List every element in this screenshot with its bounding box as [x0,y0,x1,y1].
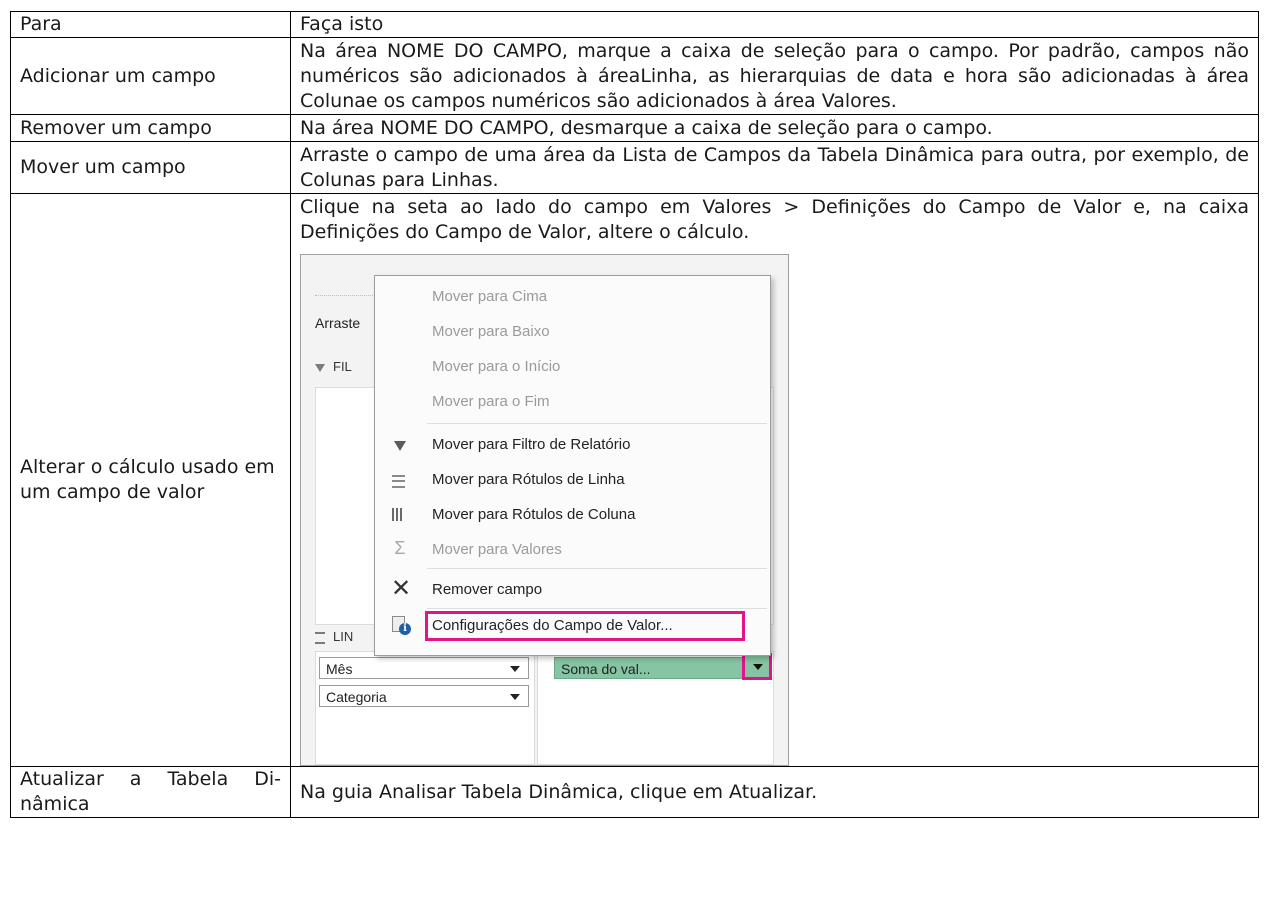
instructions-table: Para Faça isto Adicionar um campo Na áre… [10,11,1259,818]
row-action: Na área NOME DO CAMPO, desmarque a caixa… [290,114,1259,142]
close-icon: ✕ [391,575,412,602]
filters-area-label: FIL [315,359,352,374]
row-action-with-screenshot: Clique na seta ao lado do campo em Valor… [290,193,1259,767]
rows-icon [315,631,325,644]
column-labels-icon [392,508,404,521]
row-task: Alterar o cálculo usado em um campo de v… [10,193,291,767]
sigma-icon: Σ [394,538,406,558]
menu-separator [427,423,767,424]
header-faca-isto: Faça isto [290,11,1259,38]
field-label: Mês [326,661,353,677]
table-row: Alterar o cálculo usado em um campo de v… [10,193,1259,767]
divider [315,295,375,296]
row-action: Na área NOME DO CAMPO, marque a caixa de… [290,37,1259,115]
value-field-dropdown-button[interactable] [742,653,772,680]
menu-item-move-down[interactable]: Mover para Baixo [375,315,770,349]
field-context-menu: Mover para Cima Mover para Baixo Mover p… [374,275,771,656]
header-para: Para [10,11,291,38]
row-task: Mover um campo [10,141,291,194]
row-action: Na guia Analisar Tabela Dinâmica, clique… [290,766,1259,818]
menu-item-move-to-end[interactable]: Mover para o Fim [375,385,770,419]
table-row: Remover um campo Na área NOME DO CAMPO, … [10,114,1259,142]
chevron-down-icon[interactable] [510,666,520,672]
filter-icon [315,363,325,372]
chevron-down-icon [753,664,763,670]
menu-item-move-to-start[interactable]: Mover para o Início [375,350,770,384]
menu-item-move-to-row-labels[interactable]: Mover para Rótulos de Linha [375,463,770,497]
row-field-mes[interactable]: Mês [319,657,529,679]
row-task: Adicionar um campo [10,37,291,115]
menu-separator [427,568,767,569]
row-labels-icon [392,475,405,488]
row-field-categoria[interactable]: Categoria [319,685,529,707]
value-field-soma[interactable]: Soma do val... [554,657,754,679]
row-task: Atualizar a Tabela Di- nâmica [10,766,291,818]
drag-label: Arraste [315,315,361,331]
rows-area-label: LIN [315,629,353,644]
rows-label: LIN [333,629,354,644]
menu-item-move-to-values[interactable]: Σ Mover para Valores [375,533,770,567]
filter-icon [394,441,406,451]
field-label: Soma do val... [561,661,651,677]
menu-item-move-to-report-filter[interactable]: Mover para Filtro de Relatório [375,428,770,462]
highlight-box [425,611,745,641]
menu-item-move-up[interactable]: Mover para Cima [375,280,770,314]
table-row: Mover um campo Arraste o campo de uma ár… [10,141,1259,194]
table-row: Atualizar a Tabela Di- nâmica Na guia An… [10,766,1259,818]
table-row: Adicionar um campo Na área NOME DO CAMPO… [10,37,1259,115]
row-action-text: Clique na seta ao lado do campo em Valor… [300,196,1249,243]
chevron-down-icon[interactable] [510,694,520,700]
pivot-field-list-screenshot: Arraste FIL LIN Mês Categoria Soma do va… [300,254,789,766]
row-action: Arraste o campo de uma área da Lista de … [290,141,1259,194]
table-header-row: Para Faça isto [10,11,1259,38]
menu-item-move-to-column-labels[interactable]: Mover para Rótulos de Coluna [375,498,770,532]
field-settings-icon: i [392,616,411,635]
row-task: Remover um campo [10,114,291,142]
field-label: Categoria [326,689,387,705]
menu-item-remove-field[interactable]: ✕ Remover campo [375,573,770,607]
filters-label: FIL [333,359,352,374]
